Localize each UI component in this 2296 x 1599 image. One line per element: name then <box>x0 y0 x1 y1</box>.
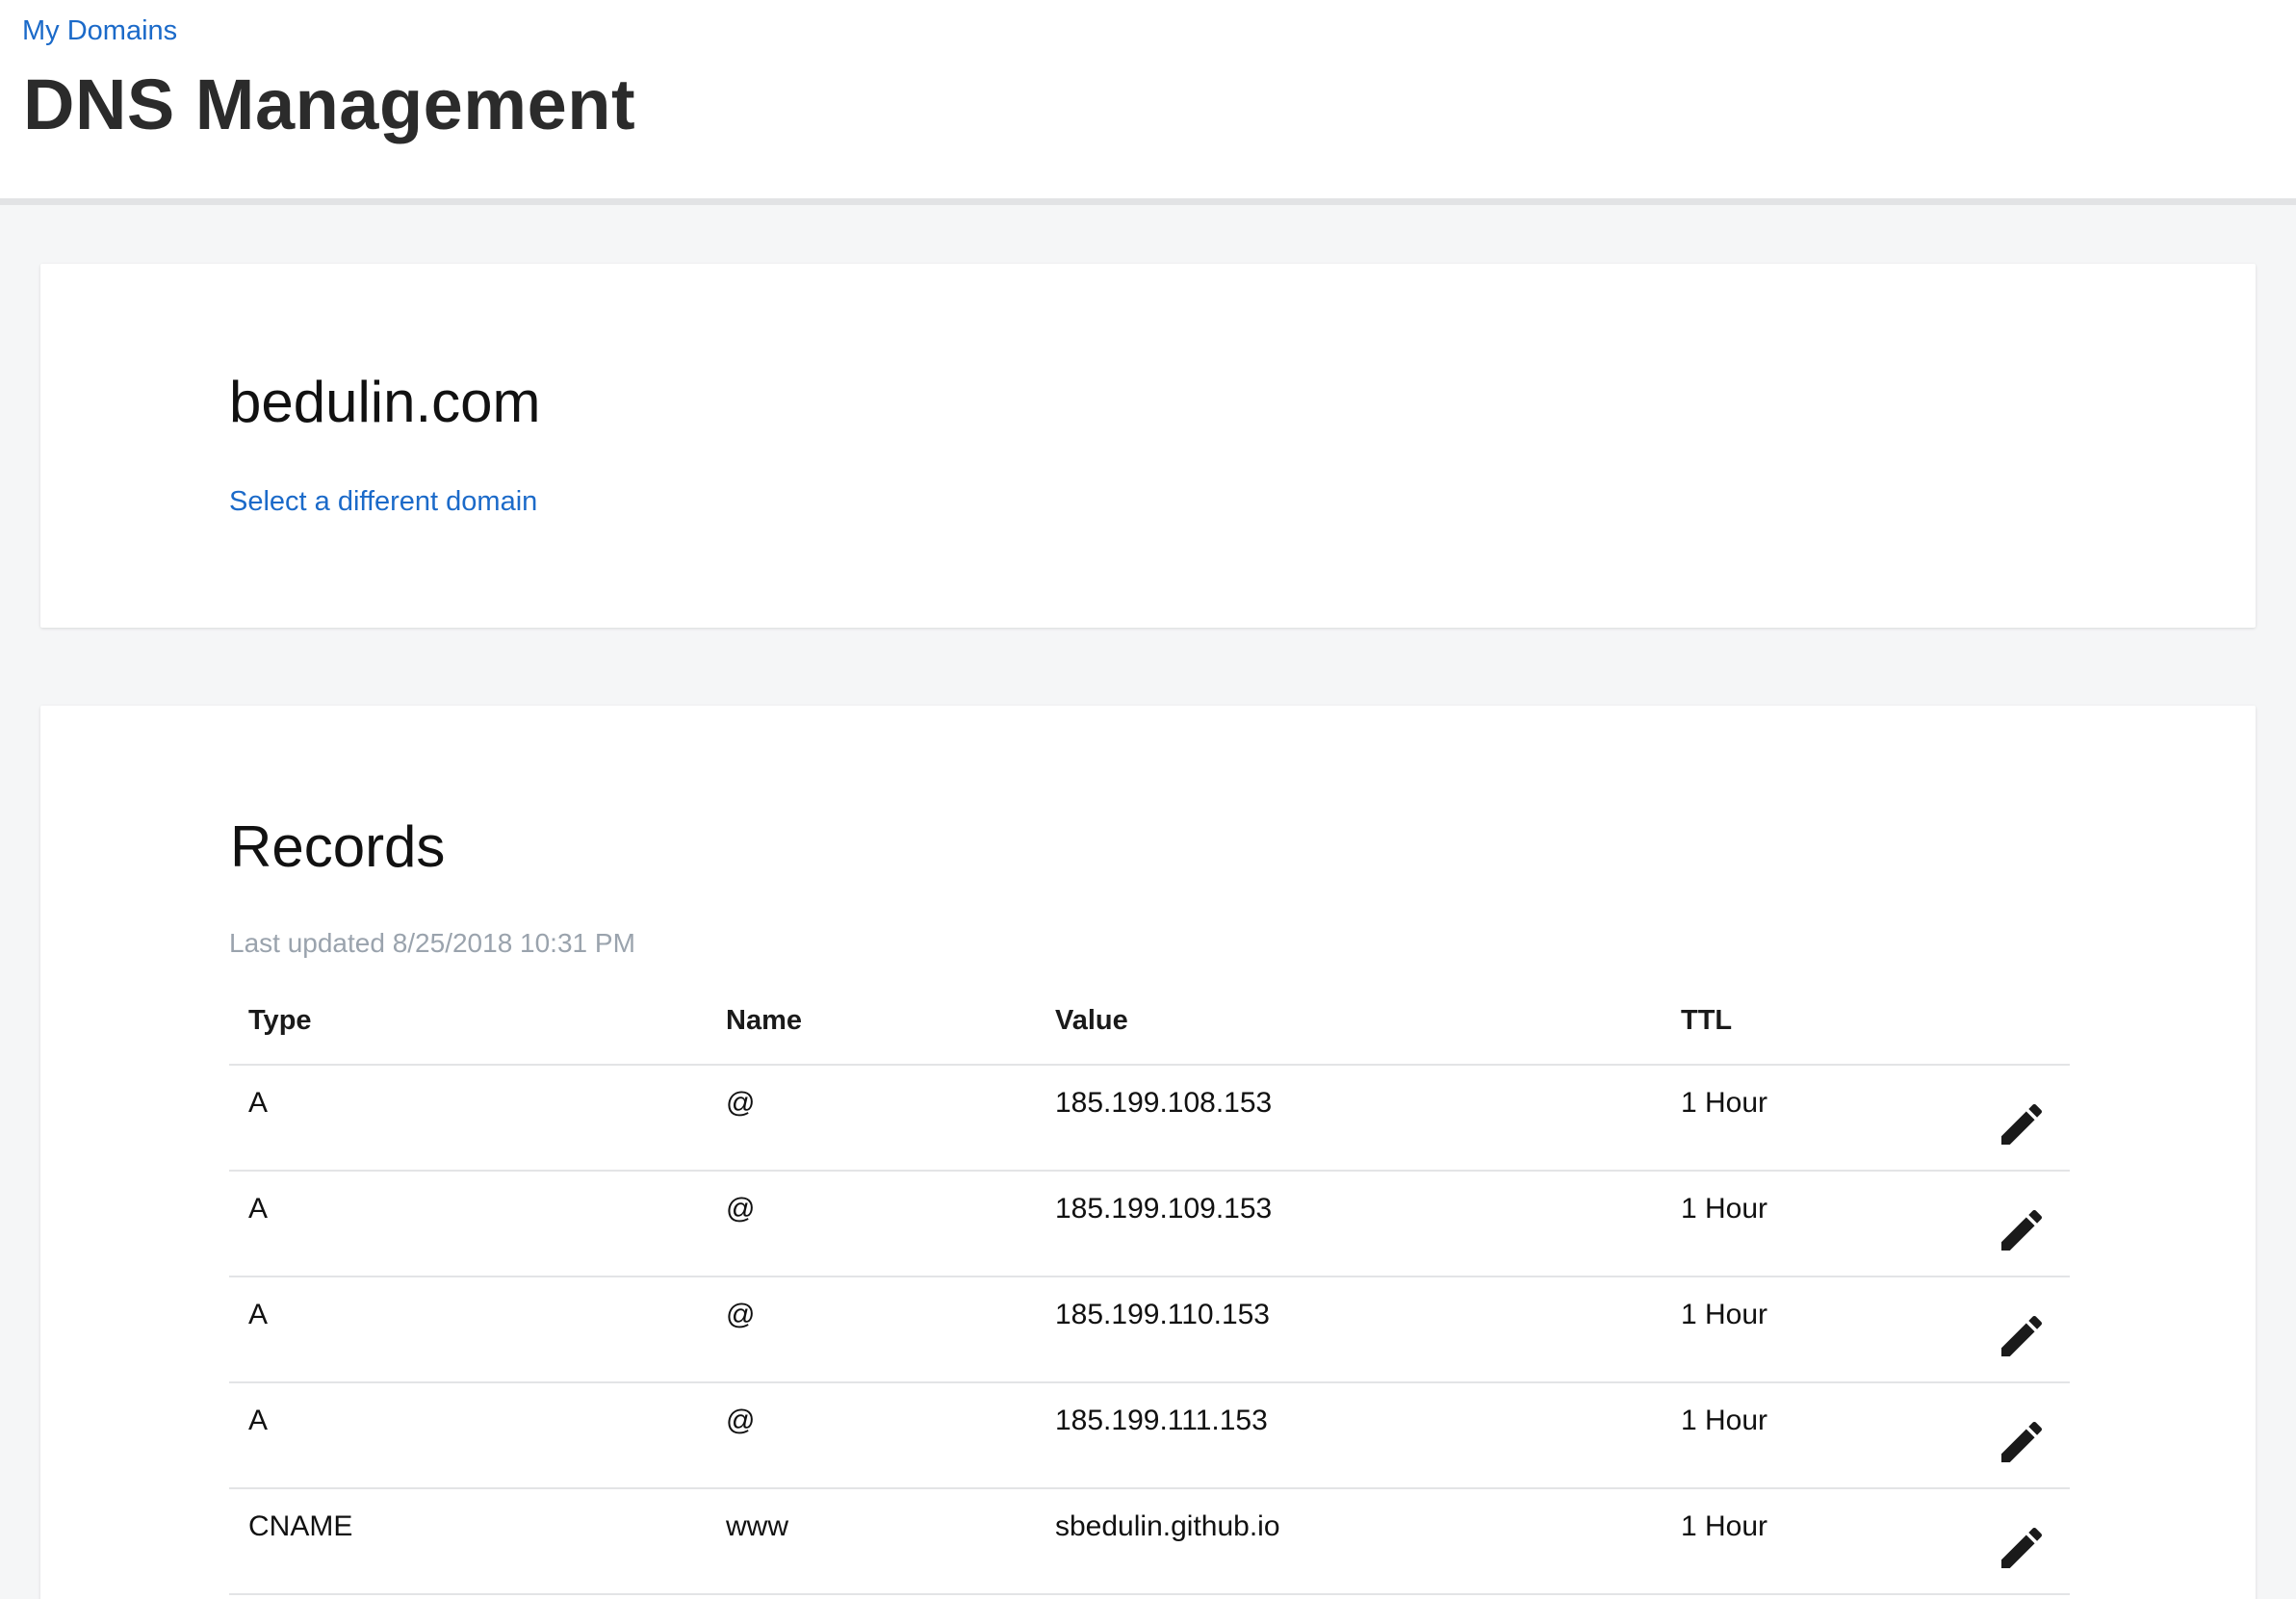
select-different-domain-link[interactable]: Select a different domain <box>229 484 537 519</box>
dns-records-table: Type Name Value TTL A @ 185.199.108.153 … <box>229 978 2070 1595</box>
edit-record-button[interactable] <box>1995 1521 2049 1575</box>
pencil-icon <box>2001 1315 2043 1356</box>
column-header-name: Name <box>707 978 1036 1066</box>
dns-management-page: My Domains DNS Management bedulin.com Se… <box>0 0 2296 1599</box>
edit-record-button[interactable] <box>1995 1203 2049 1257</box>
table-row: CNAME www sbedulin.github.io 1 Hour <box>229 1488 2070 1595</box>
record-value: 185.199.111.153 <box>1036 1382 1662 1489</box>
record-name: @ <box>707 1277 1036 1383</box>
pencil-icon <box>2001 1209 2043 1251</box>
edit-record-button[interactable] <box>1995 1415 2049 1469</box>
table-row: A @ 185.199.109.153 1 Hour <box>229 1171 2070 1277</box>
record-value: 185.199.108.153 <box>1036 1065 1662 1172</box>
last-updated-text: Last updated 8/25/2018 10:31 PM <box>229 928 635 958</box>
record-actions <box>1950 1065 2070 1172</box>
column-header-ttl: TTL <box>1662 978 1950 1066</box>
page-title: DNS Management <box>23 64 636 144</box>
record-value: 185.199.109.153 <box>1036 1171 1662 1277</box>
table-row: A @ 185.199.111.153 1 Hour <box>229 1382 2070 1489</box>
record-name: www <box>707 1488 1036 1595</box>
records-title: Records <box>230 814 446 879</box>
record-actions <box>1950 1277 2070 1383</box>
table-row: A @ 185.199.110.153 1 Hour <box>229 1277 2070 1383</box>
domain-card: bedulin.com Select a different domain <box>40 264 2256 628</box>
record-name: @ <box>707 1065 1036 1172</box>
record-ttl: 1 Hour <box>1662 1171 1950 1277</box>
record-value: 185.199.110.153 <box>1036 1277 1662 1383</box>
record-ttl: 1 Hour <box>1662 1382 1950 1489</box>
header-row: Type Name Value TTL <box>229 978 2070 1066</box>
pencil-icon <box>2001 1421 2043 1462</box>
breadcrumb-my-domains-link[interactable]: My Domains <box>22 13 177 48</box>
record-type: A <box>229 1277 707 1383</box>
record-name: @ <box>707 1171 1036 1277</box>
records-card: Records Last updated 8/25/2018 10:31 PM … <box>40 706 2256 1599</box>
edit-record-button[interactable] <box>1995 1097 2049 1151</box>
record-actions <box>1950 1382 2070 1489</box>
page-header: My Domains DNS Management <box>0 0 2296 205</box>
record-type: A <box>229 1382 707 1489</box>
record-ttl: 1 Hour <box>1662 1277 1950 1383</box>
table-row: A @ 185.199.108.153 1 Hour <box>229 1065 2070 1172</box>
record-value: sbedulin.github.io <box>1036 1488 1662 1595</box>
domain-name: bedulin.com <box>229 370 541 434</box>
records-table-body: A @ 185.199.108.153 1 Hour A @ 185.199.1… <box>229 1065 2070 1595</box>
record-actions <box>1950 1488 2070 1595</box>
record-name: @ <box>707 1382 1036 1489</box>
pencil-icon <box>2001 1527 2043 1568</box>
record-type: A <box>229 1065 707 1172</box>
record-ttl: 1 Hour <box>1662 1488 1950 1595</box>
records-table-header: Type Name Value TTL <box>229 978 2070 1066</box>
column-header-actions <box>1950 978 2070 1066</box>
edit-record-button[interactable] <box>1995 1309 2049 1363</box>
record-ttl: 1 Hour <box>1662 1065 1950 1172</box>
record-type: CNAME <box>229 1488 707 1595</box>
column-header-value: Value <box>1036 978 1662 1066</box>
column-header-type: Type <box>229 978 707 1066</box>
record-type: A <box>229 1171 707 1277</box>
pencil-icon <box>2001 1103 2043 1145</box>
record-actions <box>1950 1171 2070 1277</box>
